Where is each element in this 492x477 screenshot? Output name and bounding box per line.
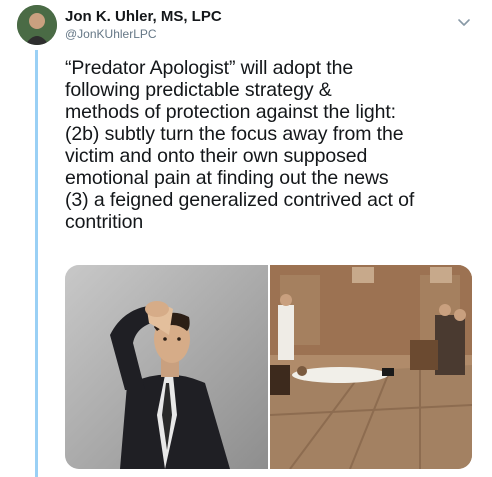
tweet-text-line: following predictable strategy & [65, 79, 332, 101]
chevron-down-icon[interactable] [456, 14, 472, 30]
tweet-text: “Predator Apologist” will adopt the foll… [65, 57, 480, 233]
tweet-text-line: victim and onto their own supposed [65, 145, 368, 167]
media-image-church[interactable] [269, 265, 472, 469]
tweet-text-line: emotional pain at finding out the news [65, 167, 389, 189]
tweet-text-line: (3) a feigned generalized contrived act … [65, 189, 415, 211]
author-handle[interactable]: @JonKUhlerLPC [65, 27, 157, 41]
masked-man-image [65, 265, 268, 469]
church-ceremony-image [269, 265, 472, 469]
media-image-masked-man[interactable] [65, 265, 268, 469]
tweet-text-line: (2b) subtly turn the focus away from the [65, 123, 404, 145]
avatar[interactable] [17, 5, 57, 45]
tweet-text-line: methods of protection against the light: [65, 101, 396, 123]
avatar-photo [17, 5, 57, 45]
media-gallery[interactable] [65, 265, 472, 469]
author-name[interactable]: Jon K. Uhler, MS, LPC [65, 8, 222, 25]
tweet-text-line: “Predator Apologist” will adopt the [65, 57, 354, 79]
tweet-text-line: contrition [65, 211, 144, 233]
thread-line [35, 50, 38, 477]
